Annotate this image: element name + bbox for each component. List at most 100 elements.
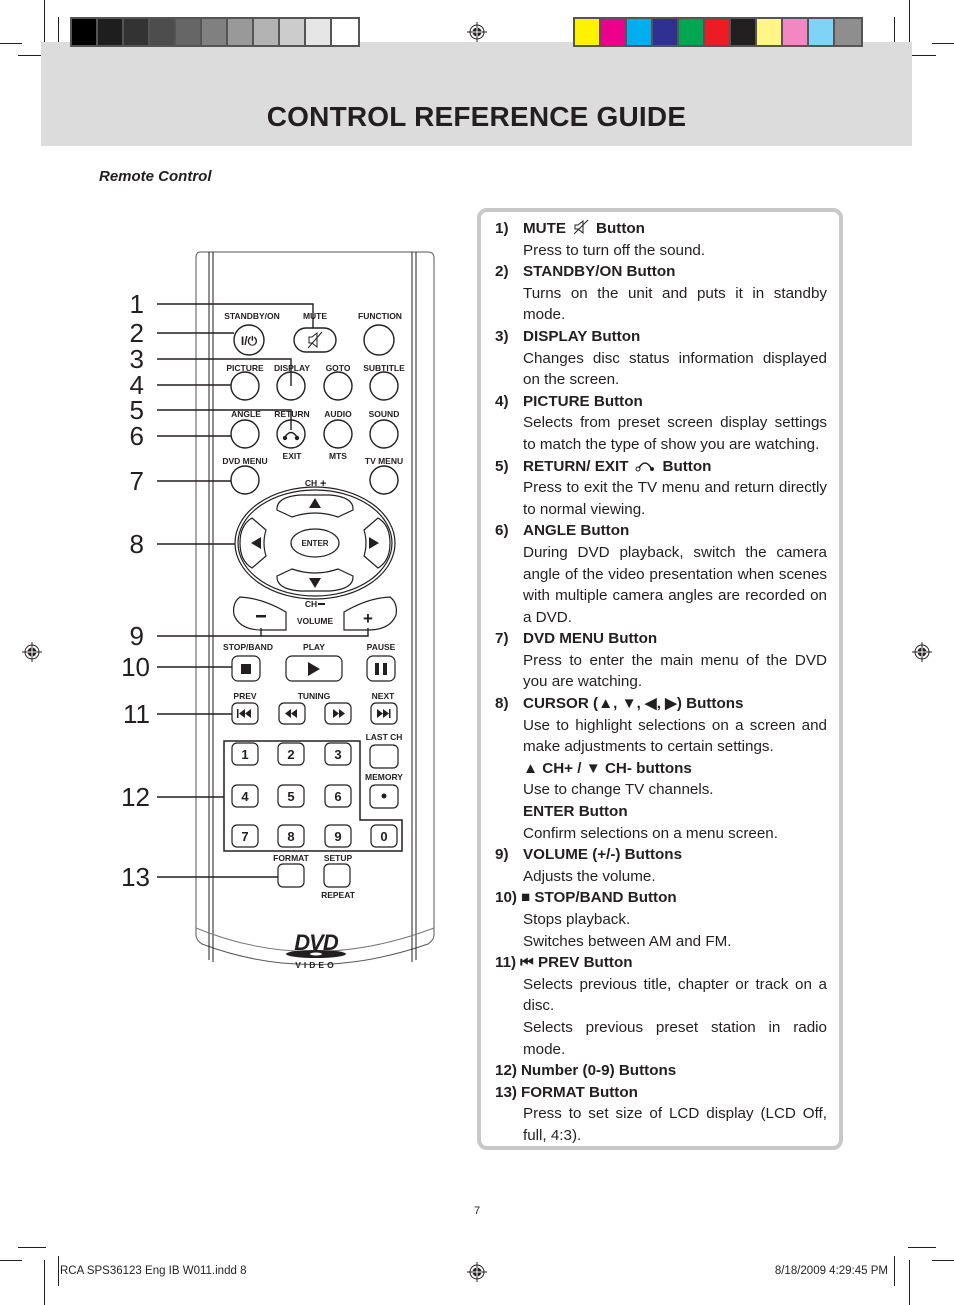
- plus-icon: +: [363, 609, 373, 628]
- color-swatch: [124, 19, 150, 45]
- guide-item: 13) FORMAT Button Press to set size of LCD…: [495, 1082, 827, 1147]
- format-button[interactable]: [277, 863, 305, 888]
- page-title: CONTROL REFERENCE GUIDE: [266, 101, 687, 132]
- volume-down-button[interactable]: [233, 596, 287, 631]
- guide-item-description: Selects from preset screen display setti…: [523, 414, 827, 453]
- color-swatch: [306, 19, 332, 45]
- guide-item-title: DVD MENU Button: [523, 630, 658, 648]
- color-swatch: [601, 19, 627, 45]
- guide-item-title: ■ STOP/BAND Button: [520, 889, 677, 907]
- audio-mts-button[interactable]: [323, 419, 353, 449]
- setup-repeat-button[interactable]: [323, 863, 351, 888]
- guide-item: 11) ⏮ PREV Button Selects previous title, …: [495, 952, 827, 1060]
- callout-number: 8: [129, 529, 144, 559]
- angle-button[interactable]: [230, 419, 260, 449]
- label-dvd-menu: DVD MENU: [222, 456, 267, 466]
- pause-button[interactable]: [366, 655, 396, 682]
- label-tuning: TUNING: [298, 691, 331, 701]
- callout-number: 1: [129, 289, 144, 319]
- guide-subitem-title: ▲ CH+ / ▼ CH- buttons: [523, 759, 692, 777]
- date-slug: 8/18/2009 4:29:45 PM: [774, 1265, 888, 1277]
- color-swatch: [332, 19, 358, 45]
- color-swatch: [150, 19, 176, 45]
- color-swatch: [809, 19, 835, 45]
- guide-item-number: 1): [495, 220, 509, 237]
- label-memory: MEMORY: [365, 772, 403, 782]
- label-mute: MUTE: [303, 311, 327, 321]
- callout-number: 11: [123, 699, 150, 729]
- guide-item-description: Turns on the unit and puts it in standby…: [523, 284, 827, 324]
- process-color-bar: [573, 17, 863, 47]
- guide-item-number: 9): [495, 846, 509, 864]
- stop-icon: [241, 664, 251, 674]
- label-repeat: REPEAT: [321, 890, 356, 900]
- guide-item-description: Press to exit the TV menu and return dir…: [523, 479, 827, 518]
- guide-item-number: 5): [495, 457, 509, 475]
- number-label: 2: [287, 747, 294, 762]
- subtitle-button[interactable]: [369, 371, 399, 401]
- color-swatch: [731, 19, 757, 45]
- function-button[interactable]: [363, 324, 395, 356]
- callout-number: 9: [129, 621, 144, 651]
- color-swatch: [254, 19, 280, 45]
- file-slug: RCA SPS36123 Eng IB W011.indd 8: [60, 1265, 247, 1277]
- guide-subitem-title: ENTER Button: [523, 803, 628, 821]
- crop-mark: [0, 43, 22, 44]
- label-standby-on: STANDBY/ON: [224, 311, 280, 321]
- crop-mark: [44, 0, 45, 46]
- label-function: FUNCTION: [358, 311, 402, 321]
- label-prev: PREV: [233, 691, 256, 701]
- picture-button[interactable]: [230, 371, 260, 401]
- number-label: 6: [334, 789, 341, 804]
- color-swatch: [575, 19, 601, 45]
- number-label: 0: [380, 829, 387, 844]
- crop-mark: [44, 1260, 45, 1305]
- grayscale-color-bar: [70, 17, 360, 47]
- callout-number: 13: [121, 862, 150, 892]
- label-pause: PAUSE: [367, 642, 396, 652]
- number-label: 4: [241, 789, 249, 804]
- guide-item-number: 11): [495, 954, 517, 972]
- plus-mark: +: [320, 478, 326, 490]
- guide-item-title: Number (0-9) Buttons: [520, 1062, 677, 1080]
- minus-icon: [256, 615, 266, 618]
- guide-item-title: CURSOR (▲, ▼, ◀, ▶) Buttons: [523, 695, 744, 713]
- color-swatch: [202, 19, 228, 45]
- crop-mark: [909, 0, 910, 46]
- guide-item: 4) PICTURE Button Selects from preset scre…: [495, 391, 827, 456]
- label-enter: ENTER: [301, 539, 328, 548]
- guide-item: 8) CURSOR (▲, ▼, ◀, ▶) Buttons Use to high…: [495, 693, 827, 844]
- guide-item: 9) VOLUME (+/-) Buttons Adjusts the volume…: [495, 844, 827, 887]
- guide-item-number: 13): [495, 1083, 517, 1101]
- color-swatch: [176, 19, 202, 45]
- crop-mark: [58, 1256, 59, 1286]
- guide-item-description: Stops playback.: [523, 911, 631, 928]
- number-label: 1: [241, 747, 248, 762]
- callout-number: 6: [129, 421, 144, 451]
- sound-button[interactable]: [369, 419, 399, 449]
- label-stop-band: STOP/BAND: [223, 642, 273, 652]
- color-swatch: [627, 19, 653, 45]
- guide-item-number: 6): [495, 522, 509, 540]
- label-ch-minus: CH: [305, 599, 317, 609]
- guide-item: 7) DVD MENU Button Press to enter the main…: [495, 628, 827, 693]
- guide-item-number: 10): [495, 889, 517, 907]
- guide-item-description: Changes disc status information displaye…: [523, 349, 827, 389]
- dvd-menu-button[interactable]: [230, 465, 260, 495]
- guide-item-description: During DVD playback, switch the camera a…: [523, 543, 827, 626]
- guide-item-number: 12): [495, 1062, 517, 1080]
- goto-button[interactable]: [323, 371, 353, 401]
- last-ch-button[interactable]: [369, 744, 399, 769]
- guide-item: 10) ■ STOP/BAND Button Stops playback. Swit…: [495, 887, 827, 952]
- crop-mark: [932, 1260, 954, 1261]
- label-tv-menu: TV MENU: [365, 456, 403, 466]
- guide-item: 3) DISPLAY Button Changes disc status info…: [495, 326, 827, 391]
- memory-dot-icon: [381, 793, 387, 799]
- guide-item-title: ANGLE Button: [523, 522, 630, 540]
- tv-menu-button[interactable]: [369, 465, 399, 495]
- minus-mark: [318, 603, 325, 605]
- color-swatch: [705, 19, 731, 45]
- guide-item-number: 3): [495, 327, 509, 345]
- guide-item-description: Adjusts the volume.: [523, 867, 656, 885]
- guide-item-title: RETURN/ EXIT: [523, 457, 629, 475]
